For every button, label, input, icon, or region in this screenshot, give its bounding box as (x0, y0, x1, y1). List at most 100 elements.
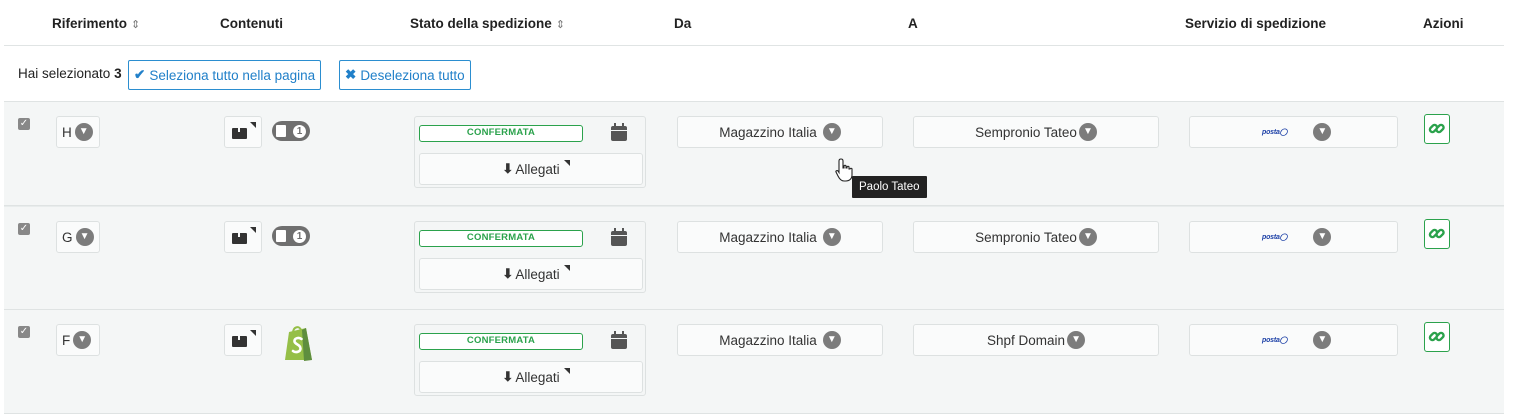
chevron-down-icon: ▼ (822, 123, 841, 141)
selection-count: 3 (114, 66, 122, 81)
to-value: Sempronio Tateo (975, 124, 1077, 140)
column-header-riferimento[interactable]: Riferimento ⇕ (52, 16, 140, 31)
table-row: ✓ F ▼ CONFERMATA ⬇︎ Allegati Magazzino It… (4, 310, 1504, 414)
column-header-azioni: Azioni (1423, 16, 1464, 31)
deselect-all-label: Deseleziona tutto (360, 67, 465, 83)
deselect-all-button[interactable]: ✖︎ Deseleziona tutto (339, 60, 471, 90)
to-select[interactable]: Sempronio Tateo ▼ (913, 116, 1159, 148)
status-badge: CONFERMATA (419, 125, 583, 142)
column-header-servizio: Servizio di spedizione (1185, 16, 1327, 31)
link-icon (1428, 228, 1445, 239)
chevron-down-icon: ▼ (1067, 331, 1086, 349)
shopify-icon (285, 326, 312, 361)
download-icon: ⬇︎ (502, 161, 514, 176)
select-all-label: Seleziona tutto nella pagina (149, 67, 316, 83)
reference-value: G (62, 229, 73, 245)
to-value: Shpf Domain (986, 332, 1066, 348)
shipment-status-cell: CONFERMATA ⬇︎ Allegati (414, 116, 646, 188)
package-button[interactable] (224, 116, 262, 148)
attachments-button[interactable]: ⬇︎ Allegati (419, 361, 643, 393)
from-select[interactable]: Magazzino Italia ▼ (677, 221, 883, 253)
from-value: Magazzino Italia (719, 229, 817, 245)
box-icon (232, 336, 247, 347)
calendar-icon[interactable] (611, 331, 627, 349)
select-all-page-button[interactable]: ✔︎ Seleziona tutto nella pagina (128, 60, 322, 90)
row-checkbox[interactable]: ✓ (18, 326, 30, 338)
tooltip: Paolo Tateo (852, 176, 927, 198)
box-icon (232, 128, 247, 139)
column-header-da: Da (674, 16, 692, 31)
package-button[interactable] (224, 221, 262, 253)
document-icon (276, 230, 286, 242)
chevron-down-icon: ▼ (822, 228, 841, 246)
attachments-label: Allegati (515, 266, 560, 282)
shipping-service-select[interactable]: posta◯ ▼ (1189, 221, 1398, 253)
table-header: Riferimento ⇕ Contenuti Stato della spedi… (4, 0, 1504, 46)
reference-value: F (62, 332, 71, 348)
download-icon: ⬇︎ (502, 369, 514, 384)
table-row: ✓ H ▼ 1 CONFERMATA ⬇︎ Allegati Magazzino … (4, 102, 1504, 206)
selection-prefix: Hai selezionato (18, 66, 111, 81)
selection-summary: Hai selezionato 3 (18, 66, 122, 81)
poste-logo: posta◯ (1262, 129, 1288, 136)
column-header-stato[interactable]: Stato della spedizione ⇕ (410, 16, 565, 31)
attachments-label: Allegati (515, 369, 560, 385)
reference-dropdown[interactable]: F ▼ (56, 324, 100, 356)
chevron-down-icon: ▼ (1313, 228, 1332, 246)
to-select[interactable]: Shpf Domain ▼ (913, 324, 1159, 356)
reference-dropdown[interactable]: G ▼ (56, 221, 100, 253)
close-icon: ✖︎ (345, 67, 357, 82)
table-row: ✓ G ▼ 1 CONFERMATA ⬇︎ Allegati Magazzino … (4, 206, 1504, 310)
link-button[interactable] (1424, 322, 1450, 352)
from-select[interactable]: Magazzino Italia ▼ (677, 324, 883, 356)
to-select[interactable]: Sempronio Tateo ▼ (913, 221, 1159, 253)
caret-corner-icon (250, 227, 256, 233)
poste-logo: posta◯ (1262, 337, 1288, 344)
shipment-status-cell: CONFERMATA ⬇︎ Allegati (414, 324, 646, 396)
caret-corner-icon (564, 160, 570, 166)
attachments-button[interactable]: ⬇︎ Allegati (419, 153, 643, 185)
caret-corner-icon (564, 368, 570, 374)
chevron-down-icon: ▼ (1078, 228, 1097, 246)
from-select[interactable]: Magazzino Italia ▼ (677, 116, 883, 148)
sort-icon[interactable]: ⇕ (131, 18, 140, 31)
sort-icon[interactable]: ⇕ (556, 18, 565, 31)
shipping-service-select[interactable]: posta◯ ▼ (1189, 324, 1398, 356)
calendar-icon[interactable] (611, 123, 627, 141)
poste-logo: posta◯ (1262, 234, 1288, 241)
column-header-contenuti: Contenuti (220, 16, 283, 31)
calendar-icon[interactable] (611, 228, 627, 246)
link-button[interactable] (1424, 114, 1450, 144)
status-badge: CONFERMATA (419, 230, 583, 247)
caret-corner-icon (250, 330, 256, 336)
status-badge: CONFERMATA (419, 333, 583, 350)
column-label: Riferimento (52, 16, 128, 31)
documents-count: 1 (293, 229, 306, 243)
chevron-down-icon: ▼ (822, 331, 841, 349)
documents-badge[interactable]: 1 (272, 226, 310, 246)
shipping-service-select[interactable]: posta◯ ▼ (1189, 116, 1398, 148)
reference-value: H (62, 124, 72, 140)
column-label: Stato della spedizione (410, 16, 552, 31)
row-checkbox[interactable]: ✓ (18, 223, 30, 235)
link-icon (1428, 331, 1445, 342)
documents-badge[interactable]: 1 (272, 121, 310, 141)
caret-corner-icon (564, 265, 570, 271)
column-header-a: A (908, 16, 918, 31)
to-value: Sempronio Tateo (975, 229, 1077, 245)
row-checkbox[interactable]: ✓ (18, 118, 30, 130)
package-button[interactable] (224, 324, 262, 356)
double-check-icon: ✔︎ (134, 67, 146, 82)
chevron-down-icon: ▼ (1078, 123, 1097, 141)
link-button[interactable] (1424, 219, 1450, 249)
caret-corner-icon (250, 122, 256, 128)
from-value: Magazzino Italia (719, 124, 817, 140)
reference-dropdown[interactable]: H ▼ (56, 116, 100, 148)
document-icon (276, 125, 286, 137)
attachments-button[interactable]: ⬇︎ Allegati (419, 258, 643, 290)
selection-bar: Hai selezionato 3 ✔︎ Seleziona tutto nel… (4, 46, 1504, 102)
from-value: Magazzino Italia (719, 332, 817, 348)
attachments-label: Allegati (515, 161, 560, 177)
shipment-status-cell: CONFERMATA ⬇︎ Allegati (414, 221, 646, 293)
download-icon: ⬇︎ (502, 266, 514, 281)
